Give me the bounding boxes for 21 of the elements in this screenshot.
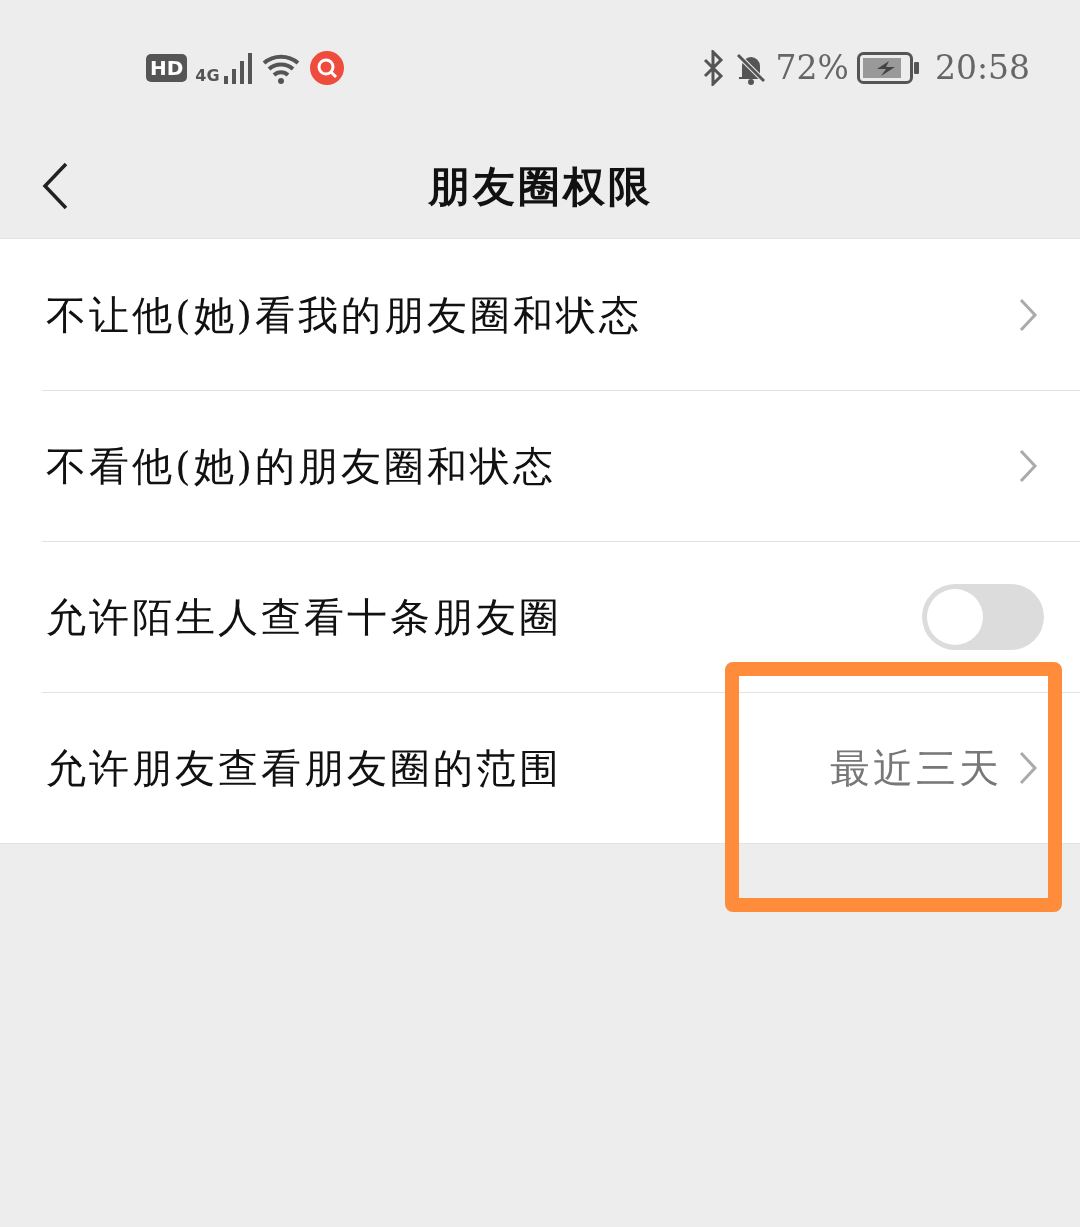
settings-row[interactable]: 不让他(她)看我的朋友圈和状态 [0, 239, 1080, 390]
chevron-icon [1018, 447, 1038, 484]
signal-icon [223, 51, 254, 84]
clock: 20:58 [934, 51, 1030, 84]
row-value: 最近三天 [830, 747, 1002, 788]
row-label: 允许陌生人查看十条朋友圈 [46, 596, 562, 637]
battery-percent: 72% [775, 51, 849, 84]
chevron-icon [1018, 296, 1038, 333]
chevron-icon [1018, 749, 1038, 786]
row-label: 不看他(她)的朋友圈和状态 [46, 445, 557, 486]
settings-row[interactable]: 不看他(她)的朋友圈和状态 [0, 390, 1080, 541]
settings-row[interactable]: 允许陌生人查看十条朋友圈 [0, 541, 1080, 692]
network-label: 4G [195, 67, 220, 84]
hd-badge: HD [146, 53, 188, 82]
search-icon [309, 50, 344, 85]
page-title: 朋友圈权限 [427, 165, 653, 208]
battery-charging-icon [856, 51, 919, 84]
row-label: 不让他(她)看我的朋友圈和状态 [46, 294, 643, 335]
row-label: 允许朋友查看朋友圈的范围 [46, 747, 562, 788]
bluetooth-icon [701, 49, 726, 86]
settings-row[interactable]: 允许朋友查看朋友圈的范围 最近三天 [0, 692, 1080, 843]
